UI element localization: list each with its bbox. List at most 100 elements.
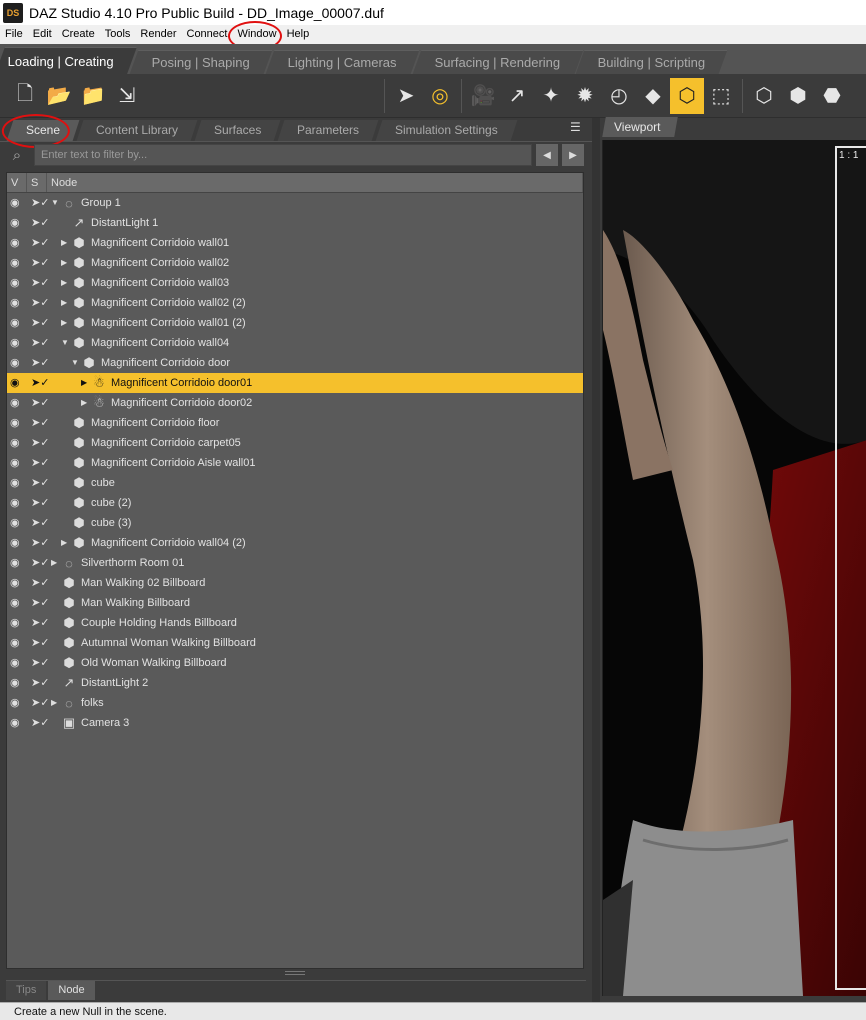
- selectable-pointer-icon[interactable]: ➤✓: [31, 196, 49, 210]
- tree-row[interactable]: ◉ ➤✓ ▶ ☃ Magnificent Corridoio door01: [7, 373, 583, 393]
- open-recent-icon[interactable]: 📁: [76, 78, 110, 114]
- tab-simulation-settings[interactable]: Simulation Settings: [376, 120, 518, 141]
- search-icon[interactable]: ⌕: [6, 144, 28, 166]
- selectable-pointer-icon[interactable]: ➤✓: [31, 396, 49, 410]
- tree-row[interactable]: ◉ ➤✓ ▶ ◌ folks: [7, 693, 583, 713]
- tab-surfaces[interactable]: Surfaces: [194, 120, 281, 141]
- visibility-eye-icon[interactable]: ◉: [10, 517, 26, 529]
- expand-arrow-icon[interactable]: ▶: [61, 253, 71, 273]
- column-node-header[interactable]: Node: [47, 173, 583, 192]
- tree-row[interactable]: ◉ ➤✓ ▼ ◌ Group 1: [7, 193, 583, 213]
- selectable-pointer-icon[interactable]: ➤✓: [31, 676, 49, 690]
- tree-row[interactable]: ◉ ➤✓ ▼ ⬢ Magnificent Corridoio wall04: [7, 333, 583, 353]
- tree-row[interactable]: ◉ ➤✓ ▶ ◌ Silverthorm Room 01: [7, 553, 583, 573]
- expand-arrow-icon[interactable]: ▶: [61, 233, 71, 253]
- selectable-pointer-icon[interactable]: ➤✓: [31, 656, 49, 670]
- viewport-canvas[interactable]: 1 : 1: [602, 140, 866, 996]
- expand-arrow-icon[interactable]: ▶: [51, 553, 61, 573]
- create-distant-light-icon[interactable]: ↗: [500, 78, 534, 114]
- filter-prev-button[interactable]: ◀: [536, 144, 558, 166]
- visibility-eye-icon[interactable]: ◉: [10, 417, 26, 429]
- selectable-pointer-icon[interactable]: ➤✓: [31, 356, 49, 370]
- visibility-eye-icon[interactable]: ◉: [10, 677, 26, 689]
- expand-arrow-icon[interactable]: ▶: [61, 533, 71, 553]
- menu-edit[interactable]: Edit: [28, 25, 57, 44]
- tab-posing-shaping[interactable]: Posing | Shaping: [129, 50, 273, 74]
- expand-arrow-icon[interactable]: ▶: [61, 313, 71, 333]
- selectable-pointer-icon[interactable]: ➤✓: [31, 456, 49, 470]
- visibility-eye-icon[interactable]: ◉: [10, 617, 26, 629]
- pane-options-icon[interactable]: ☰: [570, 120, 586, 134]
- tree-row[interactable]: ◉ ➤✓ ⬢ Magnificent Corridoio Aisle wall01: [7, 453, 583, 473]
- tree-row[interactable]: ◉ ➤✓ ▶ ⬢ Magnificent Corridoio wall03: [7, 273, 583, 293]
- visibility-eye-icon[interactable]: ◉: [10, 397, 26, 409]
- tab-building-scripting[interactable]: Building | Scripting: [576, 50, 729, 74]
- selectable-pointer-icon[interactable]: ➤✓: [31, 256, 49, 270]
- selectable-pointer-icon[interactable]: ➤✓: [31, 236, 49, 250]
- visibility-eye-icon[interactable]: ◉: [10, 317, 26, 329]
- visibility-eye-icon[interactable]: ◉: [10, 217, 26, 229]
- tree-row[interactable]: ◉ ➤✓ ⬢ cube (2): [7, 493, 583, 513]
- visibility-eye-icon[interactable]: ◉: [10, 537, 26, 549]
- tree-row[interactable]: ◉ ➤✓ ⬢ Magnificent Corridoio carpet05: [7, 433, 583, 453]
- visibility-eye-icon[interactable]: ◉: [10, 637, 26, 649]
- tab-viewport[interactable]: Viewport: [602, 117, 678, 137]
- tree-row[interactable]: ◉ ➤✓ ▶ ⬢ Magnificent Corridoio wall02: [7, 253, 583, 273]
- selectable-pointer-icon[interactable]: ➤✓: [31, 636, 49, 650]
- new-file-icon[interactable]: 🗋: [8, 78, 42, 114]
- tree-row[interactable]: ◉ ➤✓ ▶ ⬢ Magnificent Corridoio wall04 (2): [7, 533, 583, 553]
- create-null-icon[interactable]: ⬚: [704, 78, 738, 114]
- tree-row[interactable]: ◉ ➤✓ ⬢ Autumnal Woman Walking Billboard: [7, 633, 583, 653]
- selectable-pointer-icon[interactable]: ➤✓: [31, 416, 49, 430]
- menu-window[interactable]: Window: [228, 21, 283, 51]
- tree-row[interactable]: ◉ ➤✓ ▶ ☃ Magnificent Corridoio door02: [7, 393, 583, 413]
- tree-row[interactable]: ◉ ➤✓ ▼ ⬢ Magnificent Corridoio door: [7, 353, 583, 373]
- node-selection-tool-icon[interactable]: ◎: [423, 78, 457, 114]
- splitter-handle[interactable]: [285, 971, 305, 975]
- selectable-pointer-icon[interactable]: ➤✓: [31, 616, 49, 630]
- tree-row[interactable]: ◉ ➤✓ ⬢ Magnificent Corridoio floor: [7, 413, 583, 433]
- visibility-eye-icon[interactable]: ◉: [10, 697, 26, 709]
- tab-loading-creating[interactable]: Loading | Creating: [0, 47, 137, 74]
- visibility-eye-icon[interactable]: ◉: [10, 457, 26, 469]
- visibility-eye-icon[interactable]: ◉: [10, 717, 26, 729]
- expand-arrow-icon[interactable]: ▶: [61, 293, 71, 313]
- collapse-arrow-icon[interactable]: ▼: [61, 333, 71, 353]
- selectable-pointer-icon[interactable]: ➤✓: [31, 496, 49, 510]
- tree-row[interactable]: ◉ ➤✓ ▶ ⬢ Magnificent Corridoio wall01: [7, 233, 583, 253]
- visibility-eye-icon[interactable]: ◉: [10, 297, 26, 309]
- visibility-eye-icon[interactable]: ◉: [10, 657, 26, 669]
- create-group-icon[interactable]: ⬡: [747, 78, 781, 114]
- menu-connect[interactable]: Connect: [182, 25, 233, 44]
- visibility-eye-icon[interactable]: ◉: [10, 577, 26, 589]
- group-nodes-icon[interactable]: ⬢: [781, 78, 815, 114]
- expand-arrow-icon[interactable]: ▶: [81, 393, 91, 413]
- tree-row[interactable]: ◉ ➤✓ ⬢ Man Walking Billboard: [7, 593, 583, 613]
- visibility-eye-icon[interactable]: ◉: [10, 557, 26, 569]
- expand-arrow-icon[interactable]: ▶: [61, 273, 71, 293]
- menu-file[interactable]: File: [0, 25, 28, 44]
- tab-node[interactable]: Node: [48, 981, 95, 1000]
- selectable-pointer-icon[interactable]: ➤✓: [31, 556, 49, 570]
- selectable-pointer-icon[interactable]: ➤✓: [31, 296, 49, 310]
- tab-parameters[interactable]: Parameters: [278, 120, 379, 141]
- visibility-eye-icon[interactable]: ◉: [10, 357, 26, 369]
- menu-render[interactable]: Render: [135, 25, 181, 44]
- create-spotlight-icon[interactable]: ✦: [534, 78, 568, 114]
- tab-scene[interactable]: Scene: [6, 120, 80, 141]
- visibility-eye-icon[interactable]: ◉: [10, 337, 26, 349]
- menu-tools[interactable]: Tools: [100, 25, 136, 44]
- selectable-pointer-icon[interactable]: ➤✓: [31, 716, 49, 730]
- menu-create[interactable]: Create: [57, 25, 100, 44]
- visibility-eye-icon[interactable]: ◉: [10, 197, 26, 209]
- tree-row[interactable]: ◉ ➤✓ ▶ ⬢ Magnificent Corridoio wall02 (2): [7, 293, 583, 313]
- pointer-tool-icon[interactable]: ➤: [389, 78, 423, 114]
- filter-next-button[interactable]: ▶: [562, 144, 584, 166]
- create-camera-icon[interactable]: 🎥: [466, 78, 500, 114]
- merge-file-icon[interactable]: ⇲: [110, 78, 144, 114]
- filter-input[interactable]: [34, 144, 532, 166]
- menu-help[interactable]: Help: [282, 25, 315, 44]
- create-spot-icon[interactable]: ◆: [636, 78, 670, 114]
- primitive-cube-icon[interactable]: ⬣: [815, 78, 849, 114]
- selectable-pointer-icon[interactable]: ➤✓: [31, 436, 49, 450]
